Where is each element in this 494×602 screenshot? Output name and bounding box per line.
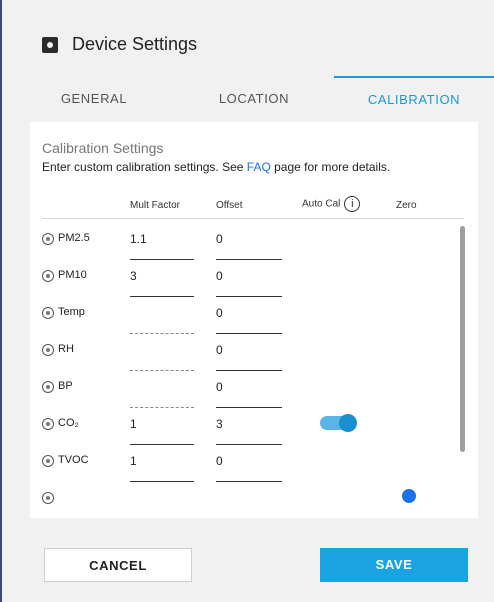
sensor-icon (42, 233, 54, 245)
offset-input[interactable]: 0 (216, 226, 282, 260)
offset-input[interactable]: 0 (216, 263, 282, 297)
mult-factor-input[interactable]: 1 (130, 448, 194, 482)
gear-icon (42, 36, 58, 53)
sensor-icon (42, 455, 54, 467)
cancel-button[interactable]: CANCEL (44, 548, 192, 582)
tab-calibration[interactable]: CALIBRATION (334, 76, 494, 122)
offset-input[interactable] (216, 485, 282, 518)
sensor-icon (42, 381, 54, 393)
info-icon[interactable]: i (344, 196, 361, 212)
tab-general[interactable]: GENERAL (14, 76, 174, 122)
faq-link[interactable]: FAQ (247, 160, 271, 174)
col-auto-cal: Auto Cal i (302, 196, 361, 212)
offset-input[interactable]: 0 (216, 448, 282, 482)
calibration-row: PM2.5 1.1 0 (42, 226, 462, 262)
save-button[interactable]: SAVE (320, 548, 468, 582)
header-divider (42, 218, 464, 219)
calibration-row: TVOC 1 0 (42, 448, 462, 484)
calibration-row (42, 485, 462, 518)
zero-button[interactable] (402, 489, 416, 503)
calibration-row: RH 0 (42, 337, 462, 373)
dialog-header: Device Settings (42, 34, 197, 55)
sensor-icon (42, 307, 54, 319)
description-text: Enter custom calibration settings. See (42, 160, 247, 174)
mult-factor-input (130, 337, 194, 371)
calibration-row: PM10 3 0 (42, 263, 462, 299)
sensor-icon (42, 270, 54, 282)
mult-factor-input (130, 374, 194, 408)
col-offset: Offset (216, 200, 243, 211)
offset-input[interactable]: 0 (216, 374, 282, 408)
offset-input[interactable]: 0 (216, 300, 282, 334)
col-auto-cal-label: Auto Cal (302, 198, 341, 210)
scrollbar[interactable] (460, 226, 465, 452)
tab-location[interactable]: LOCATION (174, 76, 334, 122)
sensor-label: PM10 (58, 269, 87, 281)
description-text-end: page for more details. (270, 160, 391, 174)
mult-factor-input (130, 300, 194, 334)
col-zero: Zero (396, 200, 417, 211)
sensor-label: PM2.5 (58, 232, 90, 244)
sensor-label: TVOC (58, 454, 89, 466)
auto-cal-toggle[interactable] (320, 414, 357, 432)
col-mult-factor: Mult Factor (130, 200, 181, 211)
mult-factor-input[interactable]: 3 (130, 263, 194, 297)
dialog-title: Device Settings (72, 34, 198, 54)
offset-input[interactable]: 3 (216, 411, 282, 445)
sensor-label: Temp (58, 306, 85, 318)
sensor-label: CO₂ (58, 417, 79, 429)
sensor-label: RH (58, 343, 74, 355)
mult-factor-input[interactable]: 1 (130, 411, 194, 445)
sensor-icon (42, 492, 54, 504)
calibration-row: CO₂ 1 3 (42, 411, 462, 447)
calibration-description: Enter custom calibration settings. See F… (42, 160, 390, 174)
mult-factor-input[interactable]: 1.1 (130, 226, 194, 260)
tab-bar: GENERAL LOCATION CALIBRATION (14, 76, 494, 122)
calibration-title: Calibration Settings (42, 140, 164, 156)
sensor-icon (42, 418, 54, 430)
sensor-icon (42, 344, 54, 356)
offset-input[interactable]: 0 (216, 337, 282, 371)
mult-factor-input[interactable] (130, 485, 194, 518)
calibration-row: Temp 0 (42, 300, 462, 336)
calibration-row: BP 0 (42, 374, 462, 410)
calibration-panel: Calibration Settings Enter custom calibr… (30, 122, 478, 518)
sensor-label: BP (58, 380, 73, 392)
toggle-knob (339, 414, 357, 432)
